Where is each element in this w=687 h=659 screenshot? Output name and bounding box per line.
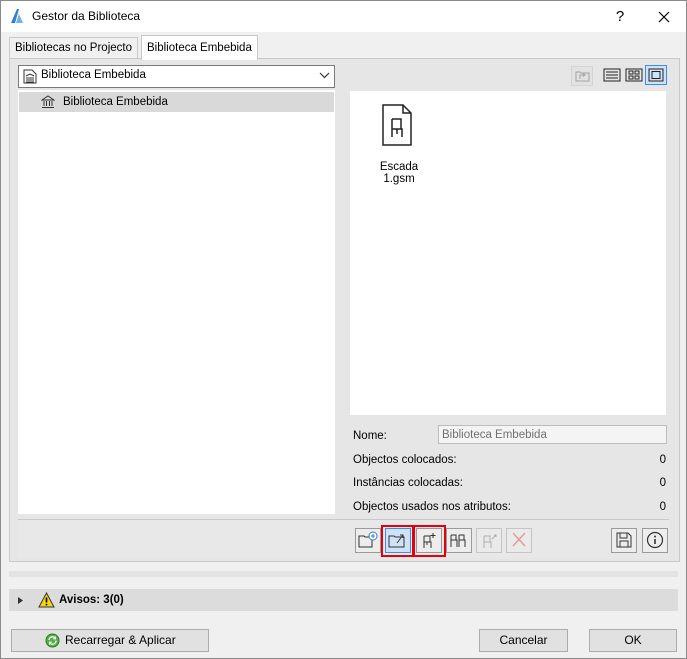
reload-apply-button[interactable]: Recarregar & Aplicar <box>11 629 209 652</box>
close-icon <box>658 11 670 23</box>
warning-icon <box>38 592 55 608</box>
large-icon-view-icon <box>648 68 664 82</box>
folder-up-icon <box>575 71 590 82</box>
placed-instances-label: Instâncias colocadas: <box>353 477 463 489</box>
ok-button[interactable]: OK <box>589 629 677 652</box>
info-icon <box>646 531 664 549</box>
objects-icon <box>450 534 466 547</box>
preview-pane[interactable]: Escada 1.gsm <box>350 91 666 415</box>
attribute-objects-value: 0 <box>659 501 666 513</box>
name-field: Biblioteca Embebida <box>438 425 667 444</box>
gsm-object-file-icon <box>382 104 412 146</box>
delete-icon <box>512 532 526 547</box>
export-object-button[interactable] <box>476 528 502 553</box>
folder-up-button[interactable] <box>571 66 593 86</box>
library-icon <box>41 95 55 108</box>
library-tree[interactable]: Biblioteca Embebida <box>18 90 335 514</box>
library-select-value: Biblioteca Embebida <box>41 69 146 81</box>
name-label: Nome: <box>353 430 387 442</box>
separator-strip <box>9 571 678 577</box>
tree-item[interactable]: Biblioteca Embebida <box>19 92 334 112</box>
attribute-objects-label: Objectos usados nos atributos: <box>353 501 511 513</box>
help-button[interactable]: ? <box>598 1 642 32</box>
placed-instances-value: 0 <box>659 477 666 489</box>
save-icon <box>616 532 632 548</box>
highlight-frame <box>413 525 446 557</box>
grid-view-icon <box>625 68 643 82</box>
refresh-icon <box>45 633 60 648</box>
highlight-frame <box>381 525 414 557</box>
library-select[interactable]: Biblioteca Embebida <box>18 65 335 88</box>
folder-add-icon <box>358 531 378 548</box>
placed-objects-label: Objectos colocados: <box>353 454 457 466</box>
list-view-button[interactable] <box>602 66 622 84</box>
close-button[interactable] <box>642 1 686 32</box>
tree-item-label: Biblioteca Embebida <box>63 96 168 108</box>
file-item[interactable]: Escada 1.gsm <box>364 101 434 191</box>
large-icon-view-button[interactable] <box>645 65 667 85</box>
title-bar: Gestor da Biblioteca ? <box>1 1 686 32</box>
chevron-down-icon <box>319 72 330 79</box>
archicad-app-icon <box>11 9 23 23</box>
object-export-icon <box>483 534 497 548</box>
file-item-label: Escada 1.gsm <box>379 161 419 185</box>
info-button[interactable] <box>642 528 668 553</box>
expand-arrow-icon <box>18 597 23 604</box>
library-manager-window: Gestor da Biblioteca ? Bibliotecas no Pr… <box>0 0 687 659</box>
warnings-label: Avisos: 3(0) <box>59 594 124 606</box>
list-view-icon <box>603 68 621 82</box>
save-library-button[interactable] <box>611 528 637 553</box>
warnings-bar[interactable]: Avisos: 3(0) <box>9 589 678 611</box>
grid-view-button[interactable] <box>624 66 644 84</box>
delete-button[interactable] <box>506 528 532 553</box>
window-title: Gestor da Biblioteca <box>32 9 141 23</box>
cancel-button[interactable]: Cancelar <box>479 629 568 652</box>
tab-embedded-library[interactable]: Biblioteca Embebida <box>141 35 258 60</box>
object-copies-button[interactable] <box>446 528 472 553</box>
add-library-button[interactable] <box>355 528 381 553</box>
library-file-icon <box>23 69 37 84</box>
reload-apply-label: Recarregar & Aplicar <box>65 633 176 647</box>
library-toolbar <box>18 519 669 558</box>
tab-libraries-in-project[interactable]: Bibliotecas no Projecto <box>9 37 138 59</box>
placed-objects-value: 0 <box>659 454 666 466</box>
